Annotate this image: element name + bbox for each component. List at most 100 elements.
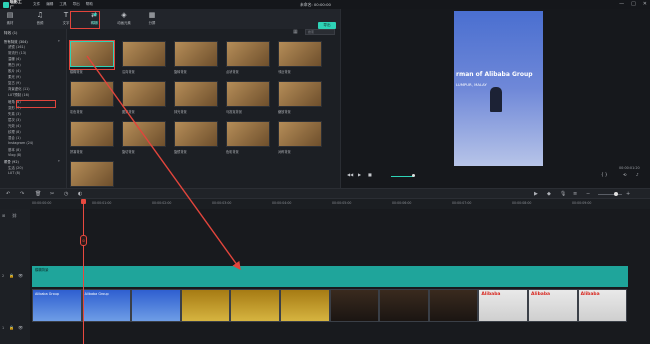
effect-thumbnail[interactable] bbox=[122, 81, 166, 107]
video-clip[interactable] bbox=[428, 289, 479, 322]
tab-label: 文字 bbox=[62, 21, 70, 25]
render-icon[interactable]: ▶ bbox=[534, 191, 538, 197]
effect-thumbnail[interactable] bbox=[226, 41, 270, 67]
snapshot-icon[interactable]: ⟲ bbox=[623, 172, 626, 177]
progress-knob[interactable] bbox=[412, 174, 415, 177]
sidebar-category-item[interactable]: Instagram (24) bbox=[8, 141, 33, 145]
sidebar-category-item[interactable]: 失真 (3) bbox=[8, 111, 21, 116]
effect-thumbnail[interactable] bbox=[174, 81, 218, 107]
effect-clip[interactable]: 模糊背景 bbox=[32, 266, 628, 287]
volume-icon[interactable]: ♪ bbox=[636, 172, 639, 177]
lock-icon[interactable]: 🔒 bbox=[9, 273, 14, 278]
minimize-icon[interactable]: — bbox=[619, 1, 624, 7]
chevron-down-icon[interactable]: ▾ bbox=[58, 159, 60, 163]
eye-icon[interactable]: 👁 bbox=[18, 273, 23, 278]
video-clip[interactable] bbox=[230, 289, 280, 322]
effect-thumbnail[interactable] bbox=[278, 121, 322, 147]
sidebar-category-item[interactable]: 胶片 (4) bbox=[8, 68, 21, 73]
playhead[interactable] bbox=[83, 204, 84, 344]
sidebar-category-item[interactable]: 光效 (4) bbox=[8, 123, 21, 128]
effect-thumbnail[interactable] bbox=[278, 81, 322, 107]
effect-thumbnail[interactable] bbox=[122, 41, 166, 67]
zoom-slider[interactable] bbox=[598, 194, 622, 195]
video-clip[interactable]: Alibaba bbox=[577, 289, 628, 322]
effect-thumbnail[interactable] bbox=[122, 121, 166, 147]
effect-thumbnail[interactable] bbox=[226, 81, 270, 107]
sidebar-category-item[interactable]: 混合 (1) bbox=[8, 135, 21, 140]
grid-view-icon[interactable]: ▦ bbox=[293, 29, 298, 35]
menu-item-tools[interactable]: 工具 bbox=[59, 2, 66, 7]
video-clip[interactable] bbox=[180, 289, 231, 322]
video-clip[interactable] bbox=[280, 289, 330, 322]
effect-thumbnail[interactable] bbox=[174, 121, 218, 147]
playhead-marker-icon[interactable]: ⊘ bbox=[80, 235, 87, 246]
zoom-in-icon[interactable]: + bbox=[626, 191, 630, 197]
mixer-icon[interactable]: ≡ bbox=[573, 191, 577, 197]
color-icon[interactable]: ◐ bbox=[78, 191, 82, 197]
effect-thumbnail[interactable] bbox=[70, 161, 114, 187]
tab-elements[interactable]: ◈ 动画元素 bbox=[116, 11, 132, 26]
video-clip[interactable]: Alibaba bbox=[478, 289, 528, 322]
effect-thumbnail[interactable] bbox=[70, 121, 114, 147]
clock-icon[interactable]: ◷ bbox=[64, 191, 68, 197]
sidebar-category-item[interactable]: 背景虚化 (11) bbox=[8, 86, 30, 91]
sidebar-category-item[interactable]: 滤镜 (161) bbox=[8, 44, 25, 49]
tab-media[interactable]: ▤ 素材 bbox=[2, 11, 18, 26]
sidebar-category-item[interactable]: 柔光 (9) bbox=[8, 74, 21, 79]
sidebar-category-item[interactable]: LUT (8) bbox=[8, 171, 20, 175]
timeline-ruler[interactable]: 00:00:00:00 00:00:01:00 00:00:02:00 00:00:0… bbox=[30, 199, 650, 209]
redo-icon[interactable]: ↷ bbox=[20, 191, 24, 197]
search-input[interactable]: 搜索 bbox=[305, 29, 335, 35]
effect-thumbnail[interactable] bbox=[226, 121, 270, 147]
menu-item-file[interactable]: 文件 bbox=[33, 2, 40, 7]
lock-icon[interactable]: 🔒 bbox=[9, 325, 14, 330]
video-clip[interactable]: Alibaba bbox=[528, 289, 578, 322]
menu-item-help[interactable]: 帮助 bbox=[86, 2, 93, 7]
delete-icon[interactable]: 🗑 bbox=[35, 191, 41, 197]
video-clip[interactable]: Alibaba Group bbox=[81, 289, 132, 322]
video-clip[interactable] bbox=[379, 289, 429, 322]
tab-audio[interactable]: ♫ 音频 bbox=[32, 11, 48, 26]
menu-item-edit[interactable]: 编辑 bbox=[46, 2, 53, 7]
tab-split-screen[interactable]: ▦ 分屏 bbox=[144, 11, 160, 26]
menu-item-export[interactable]: 导出 bbox=[73, 2, 80, 7]
sidebar-category-item[interactable]: 层次 (3) bbox=[8, 117, 21, 122]
speaker-figure bbox=[490, 87, 502, 112]
maximize-icon[interactable]: □ bbox=[631, 1, 636, 7]
chevron-down-icon[interactable]: ▾ bbox=[58, 39, 60, 43]
zoom-out-icon[interactable]: − bbox=[586, 191, 590, 197]
sidebar-category-item[interactable]: 常流行 (13) bbox=[8, 50, 26, 55]
stop-icon[interactable]: ■ bbox=[368, 172, 372, 177]
marker-icon[interactable]: ◆ bbox=[547, 191, 551, 197]
clip-caption: Alibaba Group bbox=[84, 292, 109, 296]
video-clip[interactable]: Alibaba Group bbox=[32, 289, 82, 322]
sidebar-category-item[interactable]: Vlog (8) bbox=[8, 153, 21, 157]
ruler-timecode: 00:00:03:00 bbox=[212, 201, 232, 205]
rewind-icon[interactable]: ◀◀ bbox=[347, 172, 353, 177]
sidebar-category-item[interactable]: 基本 (8) bbox=[8, 147, 21, 152]
sidebar-category-item[interactable]: 黑白 (9) bbox=[8, 62, 21, 67]
zoom-knob[interactable] bbox=[614, 192, 618, 196]
play-icon[interactable]: ▶ bbox=[358, 172, 361, 177]
sidebar-category-item[interactable]: 覆叠 (92) bbox=[4, 159, 19, 164]
sidebar-category-item[interactable]: LUT预制 (16) bbox=[8, 92, 29, 97]
effect-thumbnail[interactable] bbox=[174, 41, 218, 67]
playback-progress[interactable] bbox=[391, 176, 413, 177]
video-clip[interactable] bbox=[329, 289, 380, 322]
export-button[interactable]: 导出 bbox=[318, 22, 336, 29]
mic-icon[interactable]: 🎙 bbox=[560, 191, 566, 197]
video-clip[interactable] bbox=[131, 289, 181, 322]
eye-icon[interactable]: 👁 bbox=[18, 325, 23, 330]
cut-icon[interactable]: ✂ bbox=[50, 191, 54, 197]
sidebar-category-item[interactable]: 温暖 (4) bbox=[8, 56, 21, 61]
bracket-icon[interactable]: { } bbox=[601, 172, 607, 177]
sidebar-category-item[interactable]: 生活 (20) bbox=[8, 165, 23, 170]
effect-thumbnail[interactable] bbox=[70, 81, 114, 107]
effect-thumbnail[interactable] bbox=[278, 41, 322, 67]
add-track-icon[interactable]: ⊞ bbox=[2, 213, 5, 218]
undo-icon[interactable]: ↶ bbox=[6, 191, 10, 197]
sidebar-category-item[interactable]: 纹理 (8) bbox=[8, 129, 21, 134]
sidebar-category-item[interactable]: 复古 (9) bbox=[8, 80, 21, 85]
close-icon[interactable]: ✕ bbox=[643, 1, 647, 7]
link-icon[interactable]: ⛓ bbox=[12, 213, 17, 218]
